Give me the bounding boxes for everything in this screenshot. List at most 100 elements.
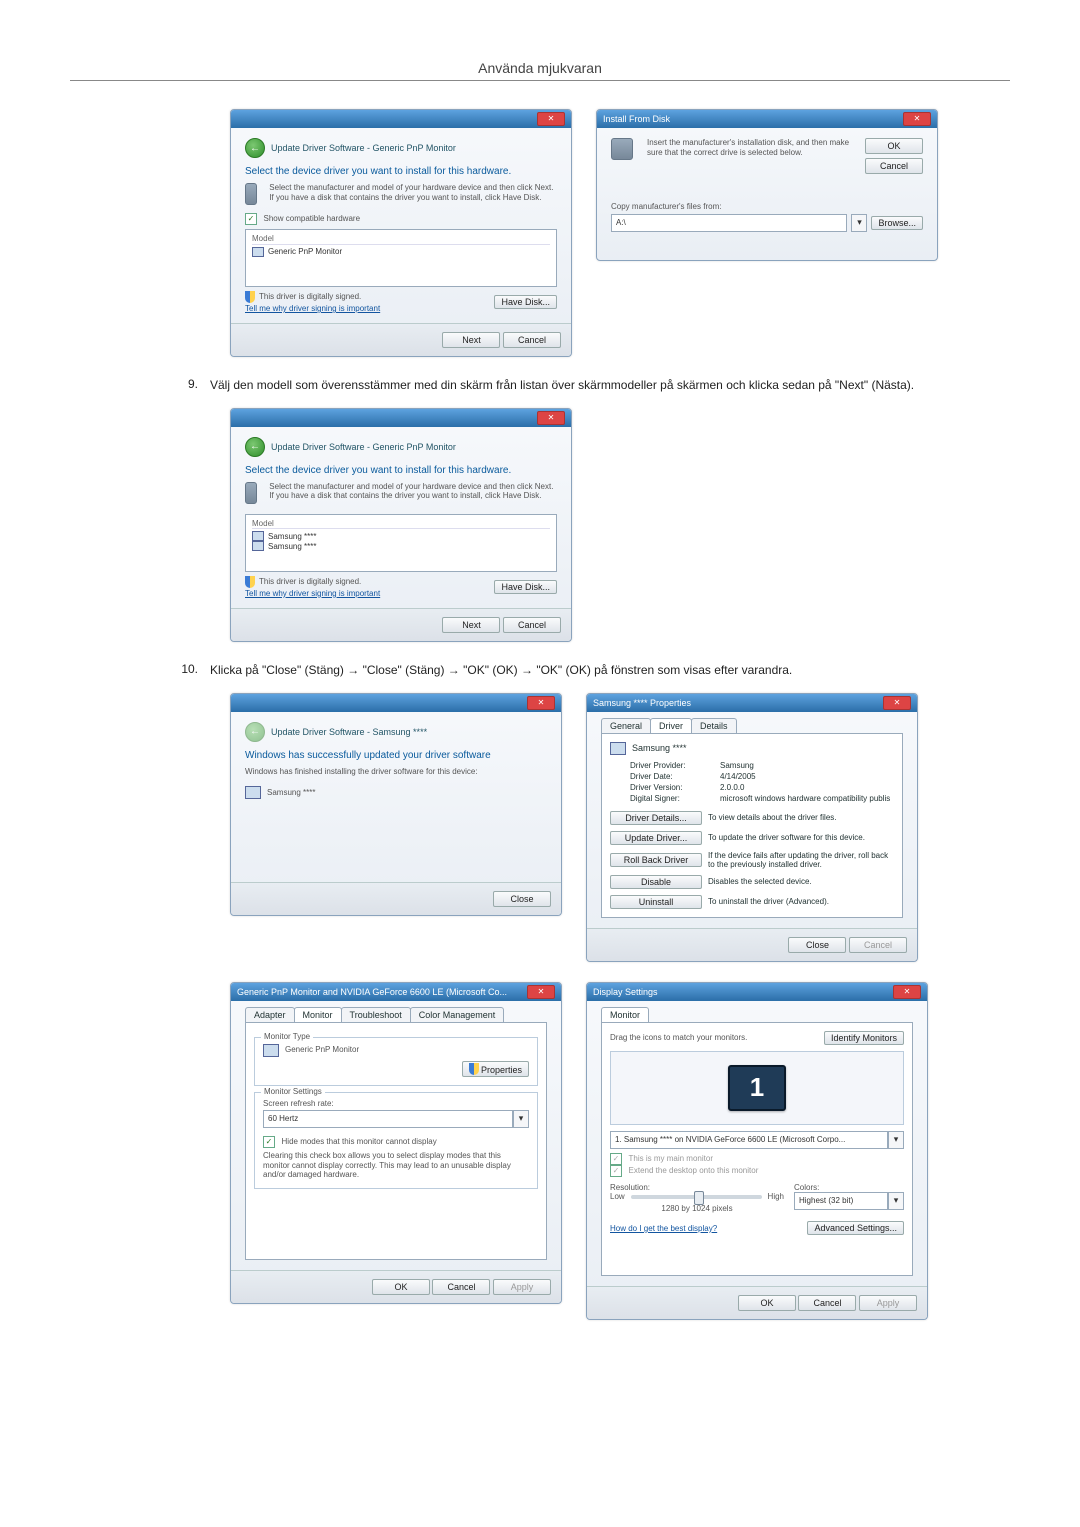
page-title: Använda mjukvaran (70, 0, 1010, 81)
cancel-button[interactable]: Cancel (432, 1279, 490, 1295)
dialog-heading: Windows has successfully updated your dr… (245, 750, 547, 761)
monitor-preview[interactable]: 1 (728, 1065, 786, 1111)
tab-adapter[interactable]: Adapter (245, 1007, 295, 1022)
value: Samsung (720, 761, 894, 770)
column-header: Model (252, 519, 550, 530)
back-icon[interactable]: ← (245, 437, 265, 457)
model-list[interactable]: Model Samsung **** Samsung **** (245, 514, 557, 572)
signing-link[interactable]: Tell me why driver signing is important (245, 589, 380, 598)
signed-label: This driver is digitally signed. (259, 577, 361, 587)
advanced-settings-button[interactable]: Advanced Settings... (807, 1221, 904, 1235)
ok-button[interactable]: OK (865, 138, 923, 154)
breadcrumb: Update Driver Software - Samsung **** (271, 727, 427, 737)
tab-troubleshoot[interactable]: Troubleshoot (341, 1007, 411, 1022)
main-monitor-checkbox: ✓ (610, 1153, 622, 1165)
slider-low: Low (610, 1192, 625, 1202)
refresh-rate-field[interactable]: 60 Hertz (263, 1110, 513, 1128)
extend-desktop-checkbox: ✓ (610, 1165, 622, 1177)
close-button[interactable]: Close (788, 937, 846, 953)
rollback-driver-button[interactable]: Roll Back Driver (610, 853, 702, 867)
chevron-down-icon[interactable]: ▾ (513, 1110, 529, 1128)
cancel-button: Cancel (849, 937, 907, 953)
list-item[interactable]: Samsung **** (252, 531, 550, 541)
have-disk-button[interactable]: Have Disk... (494, 295, 557, 309)
apply-button: Apply (859, 1295, 917, 1311)
dialog-description: Insert the manufacturer's installation d… (647, 138, 857, 174)
chevron-down-icon[interactable]: ▾ (888, 1192, 904, 1210)
update-driver-button[interactable]: Update Driver... (610, 831, 702, 845)
list-item[interactable]: Generic PnP Monitor (252, 247, 550, 257)
monitor-icon (263, 1044, 279, 1057)
close-button[interactable]: Close (493, 891, 551, 907)
close-icon[interactable]: ✕ (903, 112, 931, 126)
cancel-button[interactable]: Cancel (503, 617, 561, 633)
chevron-down-icon[interactable]: ▾ (888, 1131, 904, 1149)
have-disk-button[interactable]: Have Disk... (494, 580, 557, 594)
hide-modes-checkbox[interactable]: ✓ (263, 1136, 275, 1148)
step-text: Välj den modell som överensstämmer med d… (210, 377, 1010, 394)
value: 4/14/2005 (720, 772, 894, 781)
back-icon[interactable]: ← (245, 138, 265, 158)
ok-button[interactable]: OK (372, 1279, 430, 1295)
identify-monitors-button[interactable]: Identify Monitors (824, 1031, 904, 1045)
list-item[interactable]: Samsung **** (252, 541, 550, 551)
step-number: 10. (180, 662, 210, 676)
cancel-button[interactable]: Cancel (798, 1295, 856, 1311)
dialog-heading: Select the device driver you want to ins… (245, 166, 557, 177)
best-display-link[interactable]: How do I get the best display? (610, 1224, 717, 1233)
resolution-slider[interactable] (631, 1195, 762, 1199)
tab-details[interactable]: Details (691, 718, 737, 733)
close-icon[interactable]: ✕ (527, 696, 555, 710)
group-label: Monitor Type (261, 1032, 313, 1041)
driver-details-button[interactable]: Driver Details... (610, 811, 702, 825)
disable-button[interactable]: Disable (610, 875, 702, 889)
tab-color-management[interactable]: Color Management (410, 1007, 505, 1022)
next-button[interactable]: Next (442, 617, 500, 633)
back-icon: ← (245, 722, 265, 742)
monitor-icon (252, 541, 264, 551)
dialog-monitor-properties: Generic PnP Monitor and NVIDIA GeForce 6… (230, 982, 562, 1304)
ok-button[interactable]: OK (738, 1295, 796, 1311)
model-list[interactable]: Model Generic PnP Monitor (245, 229, 557, 287)
uninstall-button[interactable]: Uninstall (610, 895, 702, 909)
close-icon[interactable]: ✕ (883, 696, 911, 710)
chevron-down-icon[interactable]: ▾ (851, 214, 867, 232)
cancel-button[interactable]: Cancel (503, 332, 561, 348)
drive-field[interactable]: A:\ (611, 214, 847, 232)
close-icon[interactable]: ✕ (893, 985, 921, 999)
device-name: Samsung **** (632, 743, 687, 753)
signing-link[interactable]: Tell me why driver signing is important (245, 304, 380, 313)
next-button[interactable]: Next (442, 332, 500, 348)
dialog-display-settings: Display Settings ✕ Monitor Drag the icon… (586, 982, 928, 1320)
browse-button[interactable]: Browse... (871, 216, 923, 230)
hide-modes-desc: Clearing this check box allows you to se… (263, 1151, 529, 1180)
properties-button[interactable]: Properties (462, 1061, 529, 1077)
tab-monitor[interactable]: Monitor (294, 1007, 342, 1022)
shield-icon (245, 576, 255, 588)
desc: To uninstall the driver (Advanced). (708, 897, 894, 906)
hide-modes-label: Hide modes that this monitor cannot disp… (282, 1137, 437, 1146)
tab-monitor[interactable]: Monitor (601, 1007, 649, 1022)
desc: If the device fails after updating the d… (708, 851, 894, 869)
breadcrumb: Update Driver Software - Generic PnP Mon… (271, 442, 456, 452)
cancel-button[interactable]: Cancel (865, 158, 923, 174)
disk-icon (245, 482, 257, 504)
slider-high: High (768, 1192, 784, 1202)
close-icon[interactable]: ✕ (537, 112, 565, 126)
show-compatible-checkbox[interactable]: ✓ (245, 213, 257, 225)
dialog-description: Windows has finished installing the driv… (245, 767, 547, 777)
breadcrumb: Update Driver Software - Generic PnP Mon… (271, 143, 456, 153)
column-header: Model (252, 234, 550, 245)
dialog-title: Install From Disk (603, 110, 670, 128)
monitor-icon (245, 786, 261, 799)
monitor-select[interactable]: 1. Samsung **** on NVIDIA GeForce 6600 L… (610, 1131, 888, 1149)
extend-desktop-label: Extend the desktop onto this monitor (629, 1166, 759, 1175)
main-monitor-label: This is my main monitor (629, 1154, 713, 1163)
tab-driver[interactable]: Driver (650, 718, 692, 733)
apply-button: Apply (493, 1279, 551, 1295)
monitor-type-value: Generic PnP Monitor (285, 1045, 359, 1055)
tab-general[interactable]: General (601, 718, 651, 733)
close-icon[interactable]: ✕ (527, 985, 555, 999)
close-icon[interactable]: ✕ (537, 411, 565, 425)
colors-field[interactable]: Highest (32 bit) (794, 1192, 888, 1210)
